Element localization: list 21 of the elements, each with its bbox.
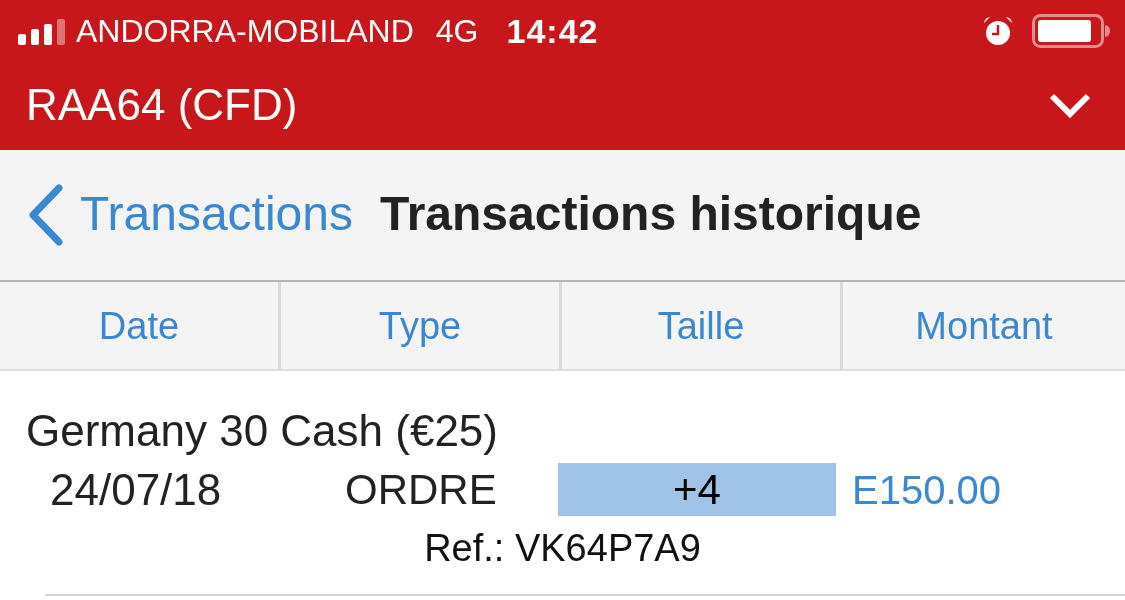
carrier-name: ANDORRA-MOBILAND (76, 15, 414, 47)
instrument-name: Germany 30 Cash (€25) (26, 405, 499, 457)
clock-time: 14:42 (506, 14, 599, 48)
date-cell-text: 24/07/18 (50, 467, 223, 512)
battery-icon (1032, 14, 1110, 48)
amount-cell: E150.00 (852, 469, 1002, 510)
type-cell-text: ORDRE (345, 468, 498, 511)
network-type: 4G (435, 15, 479, 47)
column-header[interactable]: Date (0, 282, 281, 369)
signal-icon (18, 18, 66, 45)
reference-text: Ref.: VK64P7A9 (424, 526, 701, 570)
size-cell: +4 (558, 463, 836, 516)
page-title: Transactions historique (380, 190, 922, 240)
alarm-clock-icon (982, 16, 1014, 46)
column-header[interactable]: Taille (562, 282, 843, 369)
back-chevron-icon (26, 184, 64, 246)
back-button[interactable]: Transactions (26, 184, 353, 246)
chevron-down-icon[interactable] (1049, 91, 1091, 120)
column-header[interactable]: Type (281, 282, 562, 369)
column-header[interactable]: Montant (843, 282, 1125, 369)
account-title: RAA64 (CFD) (26, 83, 298, 129)
